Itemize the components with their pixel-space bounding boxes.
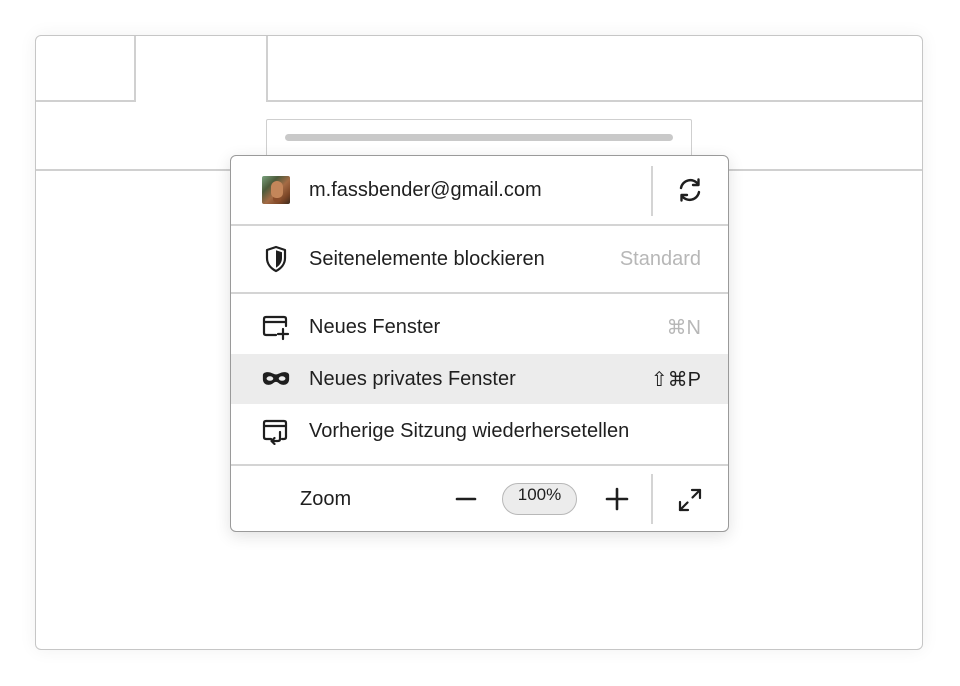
content-blocking-row[interactable]: Seitenelemente blockieren Standard [231, 226, 728, 292]
content-blocking-label: Seitenelemente blockieren [309, 247, 545, 270]
menu-item-label: Neues Fenster [309, 315, 441, 338]
zoom-in-button[interactable] [602, 484, 632, 514]
user-avatar [261, 175, 291, 205]
menu-item-shortcut: ⇧⌘P [650, 368, 701, 391]
fullscreen-button[interactable] [651, 466, 728, 531]
account-email: m.fassbender@gmail.com [309, 178, 542, 201]
tabstrip-divider-right [266, 100, 922, 102]
minus-icon [455, 497, 477, 501]
shield-icon [261, 244, 291, 274]
zoom-out-button[interactable] [451, 484, 481, 514]
fullscreen-icon [678, 488, 701, 512]
menu-item-label: Vorherige Sitzung wiederhersetellen [309, 419, 630, 442]
address-bar[interactable] [266, 119, 692, 157]
tab-divider-left [134, 36, 136, 102]
sync-icon [679, 178, 700, 202]
zoom-label: Zoom [300, 487, 352, 510]
sync-button[interactable] [651, 156, 728, 224]
menu-item-shortcut: ⌘N [666, 316, 701, 339]
zoom-level-reset-button[interactable]: 100% [502, 483, 577, 515]
tabstrip-divider [36, 100, 136, 102]
app-menu-panel: m.fassbender@gmail.com Seitenelemente bl… [230, 155, 729, 532]
private-mask-icon [261, 364, 291, 394]
menu-item-restore-session[interactable]: Vorherige Sitzung wiederhersetellen [231, 406, 728, 456]
restore-session-icon [261, 416, 291, 446]
plus-icon [605, 487, 629, 511]
content-blocking-value: Standard [619, 247, 701, 270]
address-bar-placeholder [285, 134, 673, 141]
menu-separator [231, 292, 728, 294]
menu-item-new-window[interactable]: Neues Fenster ⌘N [231, 302, 728, 352]
new-window-icon [261, 312, 291, 342]
tab-divider-right [266, 36, 268, 102]
menu-item-label: Neues privates Fenster [309, 367, 516, 390]
menu-item-new-private-window[interactable]: Neues privates Fenster ⇧⌘P [231, 354, 728, 404]
